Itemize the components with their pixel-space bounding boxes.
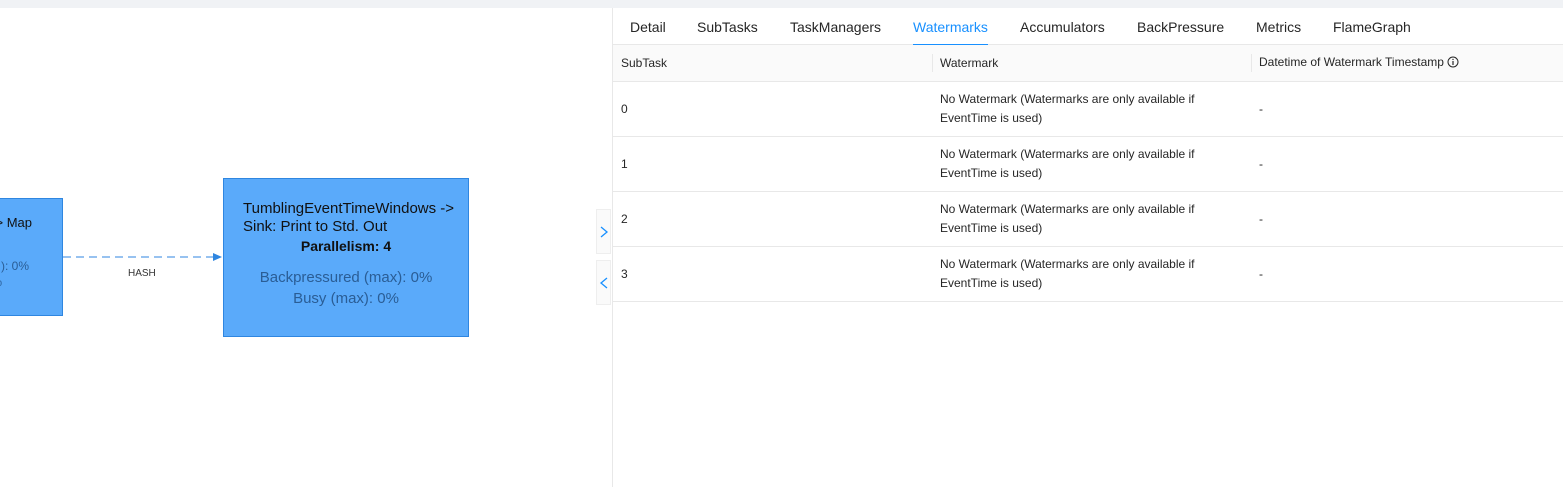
graph-node-map[interactable]: > Map ): 0% % bbox=[0, 198, 63, 316]
info-icon[interactable] bbox=[1447, 56, 1459, 71]
cell-datetime: - bbox=[1251, 136, 1563, 192]
vertex-detail-panel: Detail SubTasks TaskManagers Watermarks … bbox=[612, 8, 1563, 487]
cell-subtask: 2 bbox=[613, 191, 932, 247]
chevron-right-icon bbox=[600, 226, 608, 237]
cell-watermark: No Watermark (Watermarks are only availa… bbox=[932, 136, 1251, 192]
column-header-datetime[interactable]: Datetime of Watermark Timestamp bbox=[1251, 45, 1563, 82]
column-header-watermark[interactable]: Watermark bbox=[932, 45, 1251, 82]
node-map-busy: % bbox=[0, 275, 2, 289]
tab-watermarks[interactable]: Watermarks bbox=[913, 8, 988, 46]
detail-tabs: Detail SubTasks TaskManagers Watermarks … bbox=[613, 8, 1563, 46]
table-row: 1 No Watermark (Watermarks are only avai… bbox=[613, 136, 1563, 192]
watermarks-table: SubTask Watermark Datetime of Watermark … bbox=[613, 45, 1563, 302]
table-row: 3 No Watermark (Watermarks are only avai… bbox=[613, 246, 1563, 302]
node-title: TumblingEventTimeWindows -> Sink: Print … bbox=[243, 200, 455, 235]
column-header-label: SubTask bbox=[621, 56, 668, 70]
column-header-subtask[interactable]: SubTask bbox=[613, 45, 932, 82]
job-graph-canvas[interactable]: > Map ): 0% % HASH TumblingEventTimeWind… bbox=[0, 8, 612, 487]
column-header-label: Datetime of Watermark Timestamp bbox=[1259, 55, 1444, 69]
tab-watermarks-label: Watermarks bbox=[913, 19, 988, 35]
cell-subtask: 0 bbox=[613, 81, 932, 137]
collapse-panel-button[interactable] bbox=[596, 260, 611, 305]
expand-panel-button[interactable] bbox=[596, 209, 611, 254]
tab-backpressure[interactable]: BackPressure bbox=[1137, 8, 1224, 45]
node-busy: Busy (max): 0% bbox=[293, 290, 399, 307]
table-row: 2 No Watermark (Watermarks are only avai… bbox=[613, 191, 1563, 247]
table-row: 0 No Watermark (Watermarks are only avai… bbox=[613, 81, 1563, 137]
column-header-label: Watermark bbox=[940, 56, 999, 70]
cell-subtask: 3 bbox=[613, 246, 932, 302]
tab-subtasks[interactable]: SubTasks bbox=[697, 8, 758, 45]
tab-detail[interactable]: Detail bbox=[630, 8, 666, 45]
table-header-row: SubTask Watermark Datetime of Watermark … bbox=[613, 45, 1563, 82]
edge-arrowhead bbox=[213, 253, 222, 261]
cell-datetime: - bbox=[1251, 191, 1563, 247]
tab-taskmanagers[interactable]: TaskManagers bbox=[790, 8, 881, 45]
cell-watermark: No Watermark (Watermarks are only availa… bbox=[932, 81, 1251, 137]
top-bar bbox=[0, 0, 1563, 8]
graph-node-window-sink[interactable]: TumblingEventTimeWindows -> Sink: Print … bbox=[223, 178, 469, 337]
cell-watermark: No Watermark (Watermarks are only availa… bbox=[932, 191, 1251, 247]
chevron-left-icon bbox=[599, 277, 607, 288]
node-map-backpressured: ): 0% bbox=[0, 259, 29, 273]
cell-datetime: - bbox=[1251, 81, 1563, 137]
tab-accumulators[interactable]: Accumulators bbox=[1020, 8, 1105, 45]
tab-metrics[interactable]: Metrics bbox=[1256, 8, 1301, 45]
cell-watermark: No Watermark (Watermarks are only availa… bbox=[932, 246, 1251, 302]
node-map-title: > Map bbox=[0, 215, 32, 230]
edge-label: HASH bbox=[128, 268, 156, 279]
cell-datetime: - bbox=[1251, 246, 1563, 302]
tab-flamegraph[interactable]: FlameGraph bbox=[1333, 8, 1411, 45]
node-parallelism: Parallelism: 4 bbox=[300, 238, 392, 254]
cell-subtask: 1 bbox=[613, 136, 932, 192]
node-backpressured: Backpressured (max): 0% bbox=[259, 269, 433, 286]
